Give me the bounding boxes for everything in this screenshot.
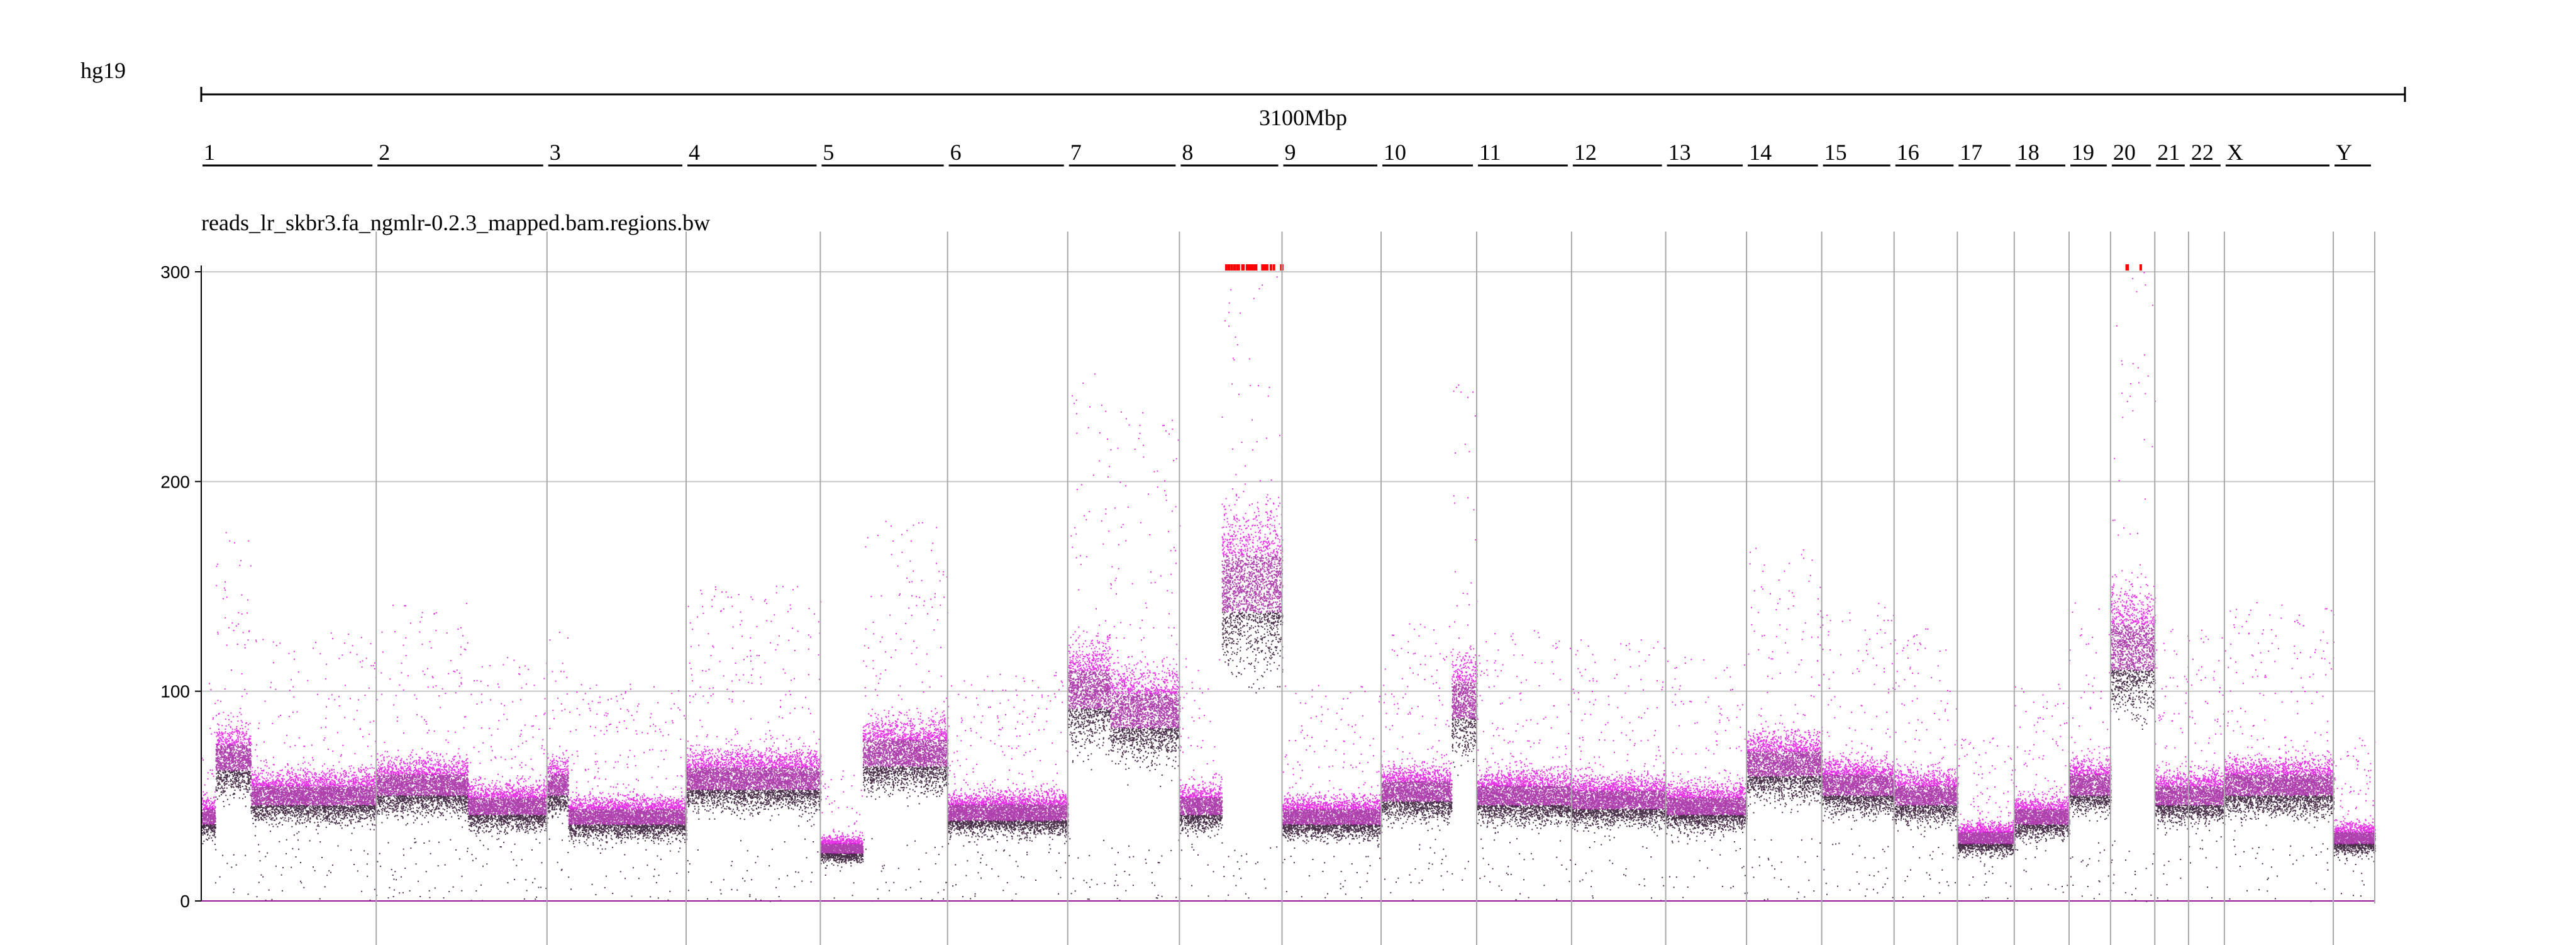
chromosome-label-20: 20 <box>2113 140 2136 165</box>
y-axis: 0 100 200 300 <box>160 262 202 911</box>
chromosome-label-13: 13 <box>1668 140 1691 165</box>
clipped-value-marker <box>1272 264 1275 271</box>
clipped-value-marker <box>1224 264 1228 271</box>
chromosome-label-1: 1 <box>204 140 215 165</box>
y-tick-label: 100 <box>160 682 190 702</box>
track-title: reads_lr_skbr3.fa_ngmlr-0.2.3_mapped.bam… <box>201 210 710 235</box>
clipped-value-marker <box>2139 264 2142 271</box>
clipped-value-marker <box>1230 264 1233 271</box>
coverage-points <box>201 264 2376 902</box>
clipped-value-marker <box>1245 264 1248 271</box>
y-tick-label: 300 <box>160 262 190 282</box>
chromosome-label-9: 9 <box>1285 140 1296 165</box>
clipped-value-marker <box>1237 264 1240 271</box>
chromosome-label-8: 8 <box>1182 140 1193 165</box>
genome-browser-view: hg19 3100Mbp 1 2 3 4 5 6 7 8 9 10 11 12 13 14 15 16 17 18… <box>80 58 2406 945</box>
chromosome-label-3: 3 <box>550 140 561 165</box>
coverage-points-low <box>201 612 2376 902</box>
chromosome-label-14: 14 <box>1749 140 1772 165</box>
clipped-value-marker <box>1228 264 1230 271</box>
chromosome-label-2: 2 <box>379 140 390 165</box>
chromosome-label-4: 4 <box>689 140 700 165</box>
chromosome-label-6: 6 <box>950 140 962 165</box>
coverage-points-high <box>201 272 2376 844</box>
clipped-value-marker <box>1241 264 1244 271</box>
chromosome-label-y: Y <box>2336 140 2352 165</box>
chromosome-label-x: X <box>2227 140 2243 165</box>
chromosome-label-10: 10 <box>1384 140 1406 165</box>
chromosome-label-11: 11 <box>1479 140 1501 165</box>
chromosome-label-22: 22 <box>2191 140 2214 165</box>
chromosome-label-18: 18 <box>2017 140 2040 165</box>
chromosome-label-15: 15 <box>1824 140 1847 165</box>
chromosome-labels: 1 2 3 4 5 6 7 8 9 10 11 12 13 14 15 16 17 18 19 20 21 22 X Y <box>203 140 2371 167</box>
assembly-label: hg19 <box>80 58 126 83</box>
y-tick-label: 0 <box>180 892 190 911</box>
clipped-value-marker <box>1269 264 1272 271</box>
chromosome-label-16: 16 <box>1897 140 1919 165</box>
chromosome-label-17: 17 <box>1960 140 1982 165</box>
chromosome-label-19: 19 <box>2072 140 2094 165</box>
y-tick-label: 200 <box>160 472 190 491</box>
chromosome-label-21: 21 <box>2157 140 2180 165</box>
chromosome-label-12: 12 <box>1574 140 1597 165</box>
clipped-value-marker <box>1263 264 1267 271</box>
chromosome-label-7: 7 <box>1070 140 1082 165</box>
coverage-plot: 0 100 200 300 <box>160 232 2376 945</box>
genome-ruler: 3100Mbp <box>200 87 2406 130</box>
ruler-total-label: 3100Mbp <box>1259 105 1347 130</box>
clipped-value-marker <box>1253 264 1257 271</box>
chromosome-label-5: 5 <box>823 140 834 165</box>
clipped-value-marker <box>1233 264 1236 271</box>
clipped-value-marker <box>1261 264 1264 271</box>
clipped-value-marker <box>2125 264 2128 271</box>
clipped-value-marker <box>1248 264 1251 271</box>
